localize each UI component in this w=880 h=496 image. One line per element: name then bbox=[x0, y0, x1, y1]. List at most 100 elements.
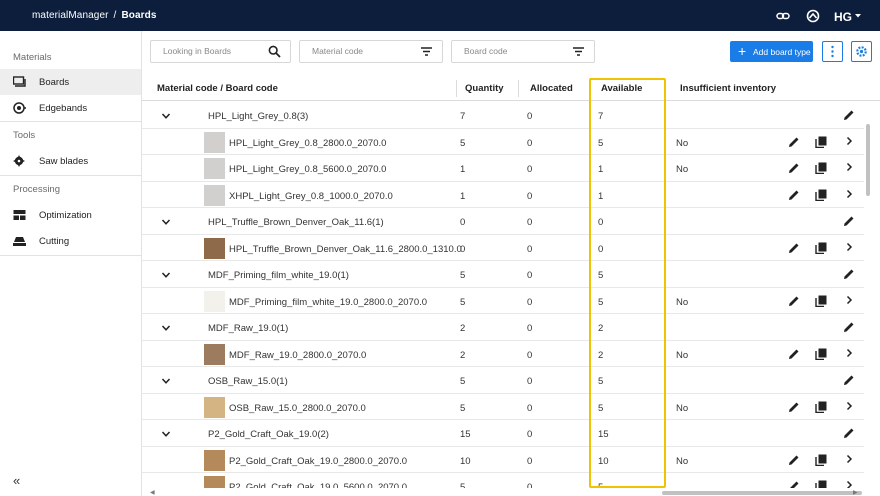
collapse-sidebar-button[interactable]: « bbox=[13, 473, 20, 488]
chevron-right-icon[interactable] bbox=[844, 401, 856, 413]
app-name[interactable]: materialManager bbox=[32, 10, 109, 21]
edit-icon[interactable] bbox=[788, 162, 800, 174]
edit-icon[interactable] bbox=[843, 268, 855, 280]
board-row[interactable]: XHPL_Light_Grey_0.8_1000.0_2070.0 1 0 1 bbox=[142, 182, 864, 208]
chevron-down-icon[interactable] bbox=[161, 429, 171, 439]
allocated-value: 0 bbox=[527, 349, 533, 361]
edit-icon[interactable] bbox=[843, 109, 855, 121]
edit-icon[interactable] bbox=[843, 321, 855, 333]
search-input[interactable] bbox=[163, 46, 253, 56]
material-code-input[interactable] bbox=[312, 46, 402, 56]
scroll-left-icon[interactable]: ◀ bbox=[150, 489, 155, 496]
material-group-row[interactable]: P2_Gold_Craft_Oak_19.0(2) 15 0 15 bbox=[142, 420, 864, 447]
material-code: OSB_Raw_15.0(1) bbox=[208, 376, 288, 387]
board-swatch bbox=[204, 343, 225, 365]
scrollbar-thumb[interactable] bbox=[662, 491, 862, 495]
edit-icon[interactable] bbox=[843, 374, 855, 386]
filter-icon[interactable] bbox=[572, 45, 585, 58]
copy-icon[interactable] bbox=[815, 295, 827, 307]
material-group-row[interactable]: OSB_Raw_15.0(1) 5 0 5 bbox=[142, 367, 864, 394]
board-swatch bbox=[204, 396, 225, 418]
edit-icon[interactable] bbox=[788, 242, 800, 254]
column-header-available[interactable]: Available bbox=[601, 83, 642, 94]
allocated-value: 0 bbox=[527, 270, 533, 281]
edit-icon[interactable] bbox=[788, 189, 800, 201]
scrollbar-thumb[interactable] bbox=[866, 124, 870, 196]
sidebar-item-saw-blades[interactable]: Saw blades bbox=[0, 148, 141, 174]
add-board-type-button[interactable]: + Add board type bbox=[730, 41, 813, 62]
chevron-down-icon[interactable] bbox=[161, 111, 171, 121]
chevron-right-icon[interactable] bbox=[844, 348, 856, 360]
scroll-right-icon[interactable]: ▶ bbox=[853, 489, 858, 496]
edit-icon[interactable] bbox=[788, 401, 800, 413]
edit-icon[interactable] bbox=[788, 480, 800, 488]
column-header-allocated[interactable]: Allocated bbox=[530, 83, 573, 94]
edit-icon[interactable] bbox=[788, 454, 800, 466]
copy-icon[interactable] bbox=[815, 401, 827, 413]
quantity-value: 5 bbox=[460, 296, 466, 308]
material-group-row[interactable]: MDF_Priming_film_white_19.0(1) 5 0 5 bbox=[142, 261, 864, 288]
edit-icon[interactable] bbox=[788, 295, 800, 307]
sidebar-item-boards[interactable]: Boards bbox=[0, 69, 141, 95]
sidebar-item-optimization[interactable]: Optimization bbox=[0, 202, 141, 228]
chevron-right-icon[interactable] bbox=[844, 136, 856, 148]
chevron-down-icon[interactable] bbox=[161, 376, 171, 386]
horizontal-scrollbar[interactable]: ◀ ▶ bbox=[150, 489, 862, 496]
board-row[interactable]: MDF_Raw_19.0_2800.0_2070.0 2 0 2 No bbox=[142, 341, 864, 367]
board-code-filter bbox=[451, 40, 595, 63]
sidebar-item-cutting[interactable]: Cutting bbox=[0, 228, 141, 254]
column-header-quantity[interactable]: Quantity bbox=[465, 83, 504, 94]
sidebar-divider bbox=[0, 175, 141, 176]
cutting-icon bbox=[13, 235, 26, 247]
brand-menu-icon[interactable]: HG bbox=[834, 9, 862, 24]
board-code: MDF_Raw_19.0_2800.0_2070.0 bbox=[229, 349, 367, 361]
copy-icon[interactable] bbox=[815, 454, 827, 466]
sidebar-item-label: Edgebands bbox=[39, 103, 88, 114]
chevron-right-icon[interactable] bbox=[844, 480, 856, 488]
edit-icon[interactable] bbox=[788, 348, 800, 360]
board-row[interactable]: P2_Gold_Craft_Oak_19.0_2800.0_2070.0 10 0 1… bbox=[142, 447, 864, 473]
vertical-scrollbar[interactable] bbox=[866, 102, 871, 488]
chevron-right-icon[interactable] bbox=[844, 162, 856, 174]
available-value: 5 bbox=[598, 482, 604, 488]
board-row[interactable]: OSB_Raw_15.0_2800.0_2070.0 5 0 5 No bbox=[142, 394, 864, 420]
material-group-row[interactable]: HPL_Truffle_Brown_Denver_Oak_11.6(1) 0 0 0 bbox=[142, 208, 864, 235]
quantity-value: 5 bbox=[460, 376, 466, 387]
chevron-down-icon[interactable] bbox=[161, 217, 171, 227]
link-icon[interactable] bbox=[776, 9, 790, 23]
available-value: 5 bbox=[598, 402, 604, 414]
column-header-code[interactable]: Material code / Board code bbox=[157, 83, 278, 94]
board-code-input[interactable] bbox=[464, 46, 554, 56]
chevron-right-icon[interactable] bbox=[844, 454, 856, 466]
board-row[interactable]: P2_Gold_Craft_Oak_19.0_5600.0_2070.0 5 0 5 bbox=[142, 473, 864, 488]
chevron-right-icon[interactable] bbox=[844, 189, 856, 201]
chevron-right-icon[interactable] bbox=[844, 242, 856, 254]
support-icon[interactable] bbox=[806, 9, 820, 23]
board-row[interactable]: HPL_Light_Grey_0.8_5600.0_2070.0 1 0 1 No bbox=[142, 155, 864, 182]
copy-icon[interactable] bbox=[815, 162, 827, 175]
quantity-value: 5 bbox=[460, 137, 466, 149]
search-icon[interactable] bbox=[268, 45, 281, 58]
chevron-down-icon[interactable] bbox=[161, 270, 171, 280]
copy-icon[interactable] bbox=[815, 189, 827, 201]
chevron-down-icon[interactable] bbox=[161, 323, 171, 333]
copy-icon[interactable] bbox=[815, 348, 827, 360]
edit-icon[interactable] bbox=[843, 215, 855, 227]
more-options-button[interactable] bbox=[822, 41, 843, 62]
board-row[interactable]: MDF_Priming_film_white_19.0_2800.0_2070.… bbox=[142, 288, 864, 314]
chevron-right-icon[interactable] bbox=[844, 295, 856, 307]
settings-button[interactable] bbox=[851, 41, 872, 62]
copy-icon[interactable] bbox=[815, 480, 827, 488]
sidebar-item-edgebands[interactable]: Edgebands bbox=[0, 95, 141, 121]
copy-icon[interactable] bbox=[815, 242, 827, 254]
board-row[interactable]: HPL_Light_Grey_0.8_2800.0_2070.0 5 0 5 No bbox=[142, 129, 864, 155]
filter-icon[interactable] bbox=[420, 45, 433, 58]
material-group-row[interactable]: MDF_Raw_19.0(1) 2 0 2 bbox=[142, 314, 864, 341]
copy-icon[interactable] bbox=[815, 136, 827, 148]
edit-icon[interactable] bbox=[788, 136, 800, 148]
quantity-value: 15 bbox=[460, 429, 471, 440]
column-header-insufficient-inventory[interactable]: Insufficient inventory bbox=[680, 83, 776, 94]
material-group-row[interactable]: HPL_Light_Grey_0.8(3) 7 0 7 bbox=[142, 102, 864, 129]
edit-icon[interactable] bbox=[843, 427, 855, 439]
board-row[interactable]: HPL_Truffle_Brown_Denver_Oak_11.6_2800.0… bbox=[142, 235, 864, 261]
